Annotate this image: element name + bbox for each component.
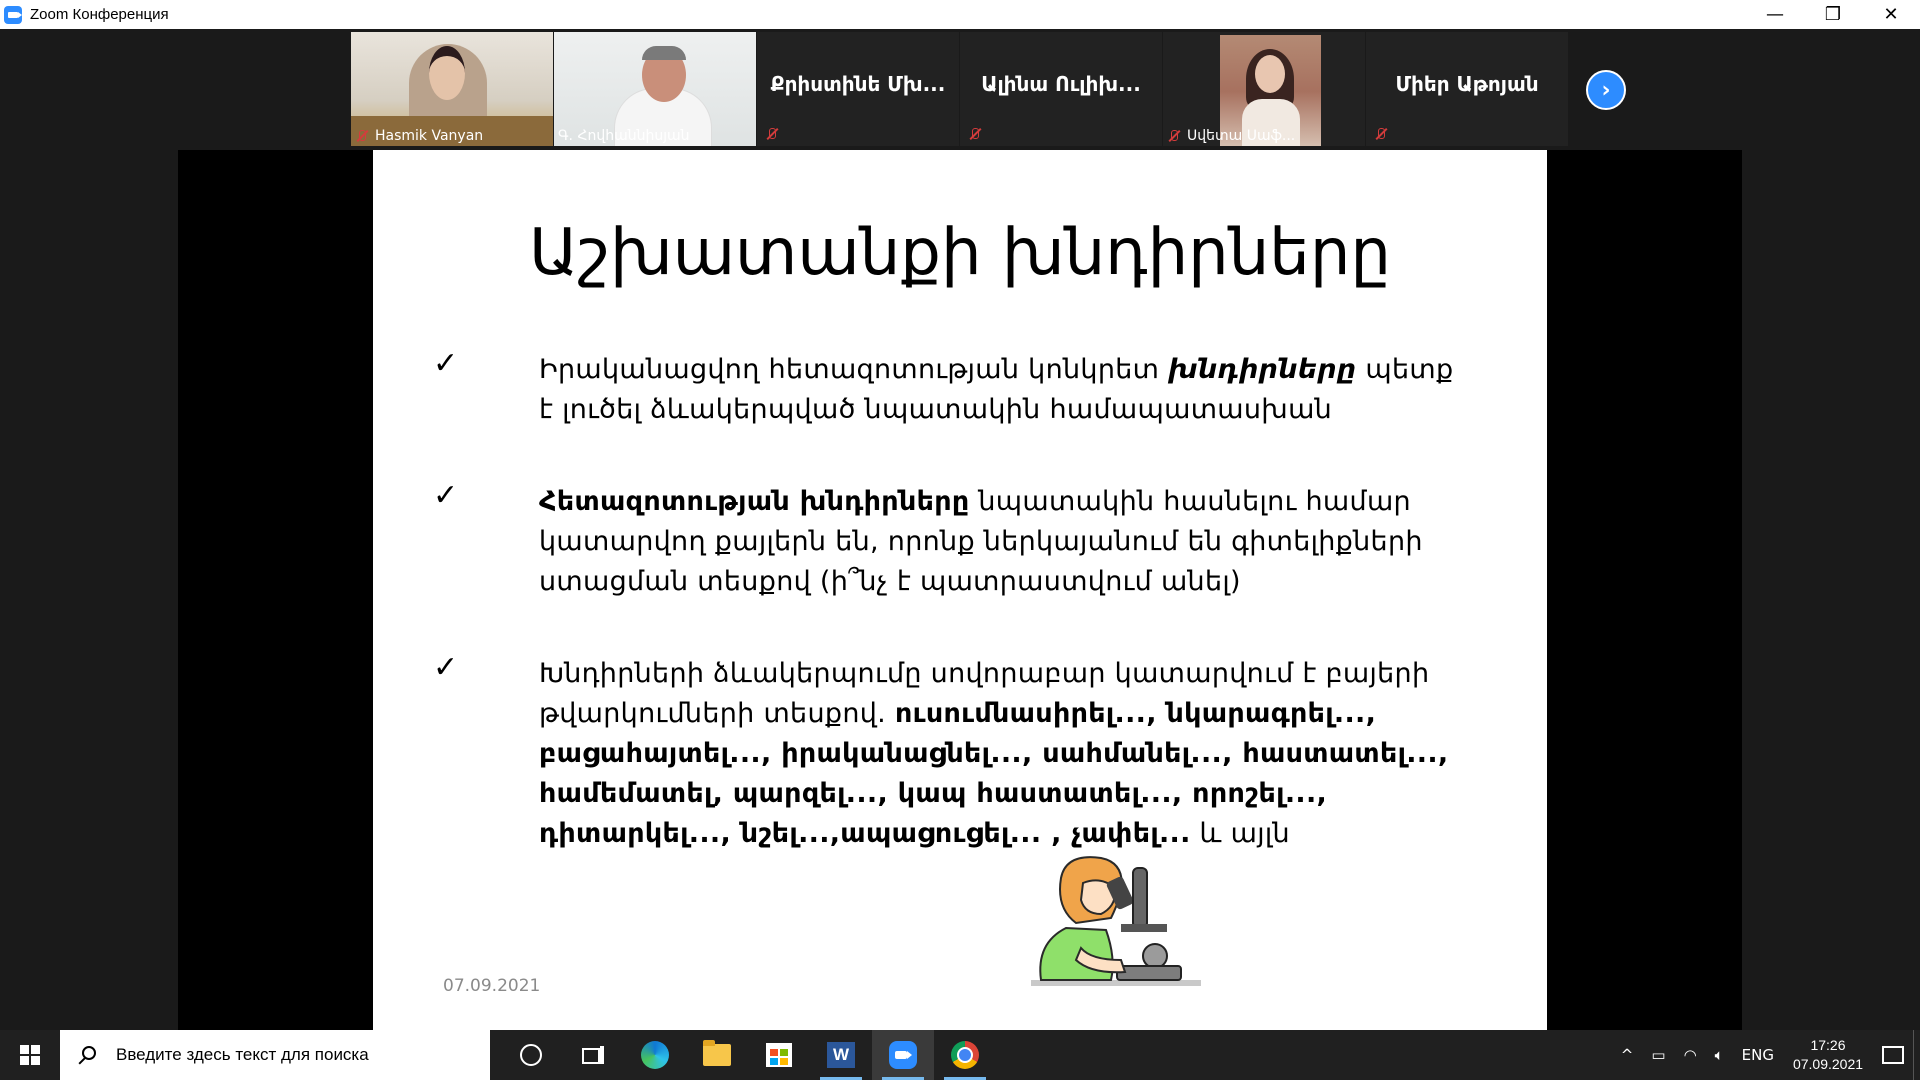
cortana-icon [520,1044,542,1066]
zoom-taskbar-button[interactable] [872,1030,934,1080]
notification-icon [1882,1046,1904,1064]
muted-mic-icon [1167,129,1181,143]
battery-icon[interactable]: ▭ [1651,1046,1665,1064]
maximize-button[interactable]: ❐ [1804,0,1862,29]
title-bar: Zoom Конференция — ❐ ✕ [0,0,1920,29]
participant-name: Քրիստինե Մխ... [770,72,946,96]
participant-tile[interactable]: Քրիստինե Մխ... [757,32,959,146]
store-icon [766,1043,792,1067]
volume-icon[interactable]: 🔈︎ [1715,1046,1724,1064]
close-button[interactable]: ✕ [1862,0,1920,29]
next-participants-button[interactable]: › [1586,70,1626,110]
chrome-icon [951,1041,979,1069]
participant-name: Ալինա Ուլիխ... [981,72,1141,96]
participant-name-label: Սվետա Սաֆ... [1167,127,1295,145]
muted-mic-icon [1374,127,1388,141]
clock-date: 07.09.2021 [1792,1056,1864,1072]
store-taskbar-button[interactable] [748,1030,810,1080]
participant-tile-active-speaker[interactable]: Գ. Հովհաննիսյան [554,32,756,146]
clock-time: 17:26 [1810,1037,1846,1053]
participant-tile[interactable]: Hasmik Vanyan [351,32,553,146]
cortana-button[interactable] [500,1030,562,1080]
chrome-taskbar-button[interactable] [934,1030,996,1080]
minimize-button[interactable]: — [1746,0,1804,29]
participant-tile[interactable]: Միեր Աթոյան [1366,32,1568,146]
slide-title: Աշխատանքի խնդիրները [529,216,1391,290]
slide-bullet: ✓ Հետազոտության խնդիրները նպատակին հասնե… [433,478,1423,597]
system-tray: ^ ▭ ◠ 🔈︎ ENG 17:26 07.09.2021 [1612,1030,1920,1080]
show-desktop-button[interactable] [1913,1030,1920,1080]
checkmark-icon: ✓ [433,478,459,513]
taskbar-search-box[interactable]: Введите здесь текст для поиска [60,1030,490,1080]
zoom-app-icon [4,5,22,24]
window-controls: — ❐ ✕ [1746,0,1920,29]
windows-logo-icon [20,1045,40,1065]
file-explorer-taskbar-button[interactable] [686,1030,748,1080]
notifications-button[interactable] [1873,1030,1913,1080]
search-icon [78,1046,96,1064]
scientist-microscope-illustration [1031,856,1201,986]
taskbar-clock[interactable]: 17:26 07.09.2021 [1783,1036,1873,1074]
muted-mic-icon [765,127,779,141]
edge-taskbar-button[interactable] [624,1030,686,1080]
windows-taskbar: Введите здесь текст для поиска W ^ ▭ ◠ 🔈… [0,1030,1920,1080]
search-placeholder: Введите здесь текст для поиска [116,1045,369,1064]
presentation-slide: Աշխատանքի խնդիրները ✓ Իրականացվող հետազո… [373,150,1547,1030]
task-view-icon [582,1046,604,1064]
muted-mic-icon [968,127,982,141]
tray-chevron-icon[interactable]: ^ [1621,1046,1634,1064]
participant-tile[interactable]: Սվետա Սաֆ... [1163,32,1365,146]
slide-bullet: ✓ Խնդիրների ձևակերպումը սովորաբար կատարվ… [433,650,1449,849]
zoom-icon [889,1041,917,1069]
task-view-button[interactable] [562,1030,624,1080]
participant-tile[interactable]: Ալինա Ուլիխ... [960,32,1162,146]
folder-icon [703,1040,731,1066]
slide-date: 07.09.2021 [443,976,541,996]
participant-name: Միեր Աթոյան [1395,72,1539,96]
word-taskbar-button[interactable]: W [810,1030,872,1080]
muted-mic-icon [355,129,369,143]
wifi-icon[interactable]: ◠ [1684,1046,1697,1064]
participant-name-label: Գ. Հովհաննիսյան [558,128,690,144]
edge-icon [641,1041,669,1069]
checkmark-icon: ✓ [433,346,459,381]
language-indicator[interactable]: ENG [1742,1046,1774,1064]
start-button[interactable] [0,1030,60,1080]
word-icon: W [827,1042,855,1068]
participant-name-label: Hasmik Vanyan [355,127,483,145]
window-title: Zoom Конференция [30,6,169,23]
slide-bullet: ✓ Իրականացվող հետազոտության կոնկրետ խնդի… [433,346,1454,425]
video-strip: Hasmik Vanyan Գ. Հովհաննիսյան Քրիստինե Մ… [0,29,1920,150]
checkmark-icon: ✓ [433,650,459,685]
